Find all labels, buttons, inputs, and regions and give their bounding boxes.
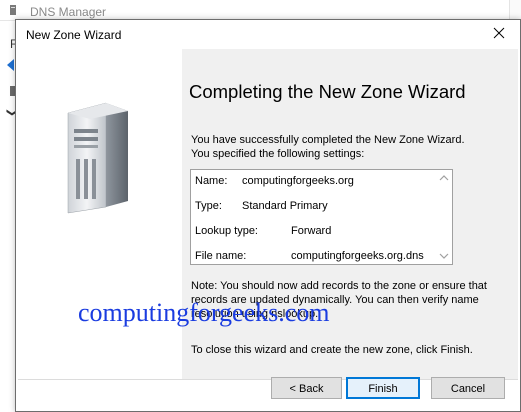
- intro-text: You have successfully completed the New …: [191, 134, 465, 160]
- finish-instruction-text: To close this wizard and create the new …: [191, 344, 473, 356]
- dns-manager-icon: [10, 5, 16, 15]
- setting-value: Forward: [291, 225, 332, 237]
- dns-manager-title: DNS Manager: [30, 5, 107, 19]
- dns-manager-titlebar: DNS Manager: [0, 0, 521, 21]
- back-button[interactable]: < Back: [271, 377, 342, 399]
- finish-button[interactable]: Finish: [346, 377, 420, 399]
- scroll-down-icon[interactable]: [439, 252, 449, 260]
- setting-label: Type:: [195, 200, 222, 212]
- setting-value: Standard Primary: [242, 200, 328, 212]
- settings-row: File name: computingforgeeks.org.dns: [195, 250, 424, 262]
- setting-label: File name:: [195, 250, 247, 262]
- settings-scrollbar[interactable]: [436, 170, 452, 264]
- close-icon: [493, 27, 505, 39]
- cancel-button[interactable]: Cancel: [431, 377, 505, 399]
- dialog-titlebar[interactable]: New Zone Wizard: [16, 20, 520, 49]
- wizard-side-panel: [18, 49, 182, 379]
- setting-label: Name:: [195, 175, 228, 187]
- settings-row: Lookup type: Forward: [195, 225, 331, 237]
- server-tower-icon: [67, 102, 128, 214]
- setting-value: computingforgeeks.org: [242, 175, 354, 187]
- settings-summary-box[interactable]: Name: computingforgeeks.org Type: Standa…: [190, 169, 453, 265]
- setting-value: computingforgeeks.org.dns: [291, 250, 424, 262]
- close-button[interactable]: [488, 24, 510, 44]
- watermark-text: computingforgeeks.com: [78, 298, 330, 327]
- settings-row: Type: Standard Primary: [195, 200, 328, 212]
- wizard-heading: Completing the New Zone Wizard: [189, 81, 466, 102]
- dialog-title: New Zone Wizard: [26, 28, 122, 42]
- settings-row: Name: computingforgeeks.org: [195, 175, 354, 187]
- scroll-up-icon[interactable]: [439, 174, 449, 182]
- wizard-content-panel: Completing the New Zone Wizard You have …: [182, 49, 518, 379]
- new-zone-wizard-dialog: New Zone Wizard Completing the New Zone …: [15, 19, 521, 412]
- setting-label: Lookup type:: [195, 225, 258, 237]
